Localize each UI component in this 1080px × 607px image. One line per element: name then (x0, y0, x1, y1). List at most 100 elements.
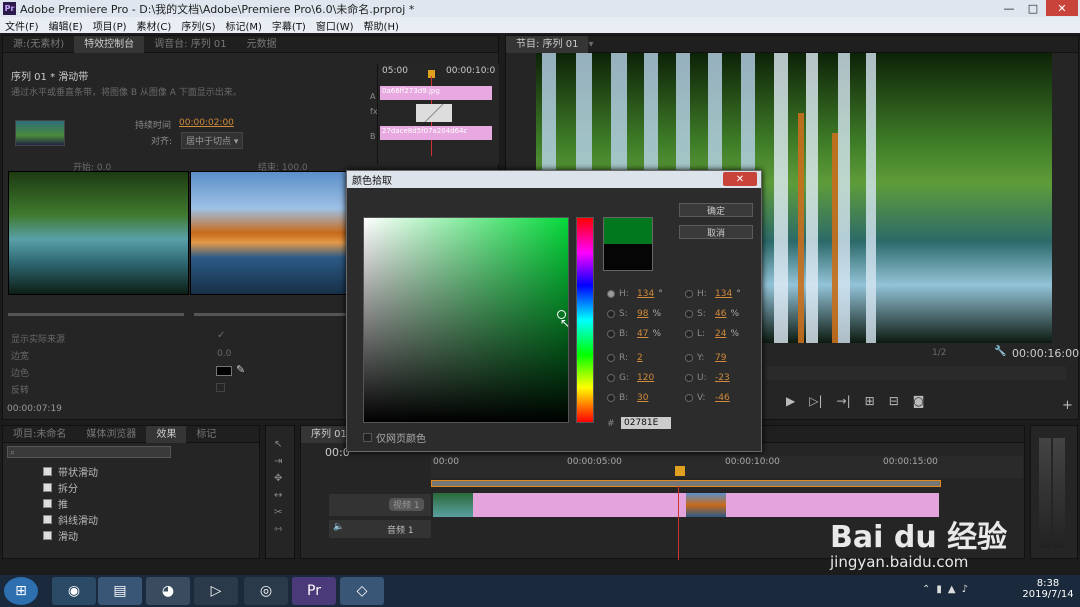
color-mode-radio[interactable] (607, 330, 615, 338)
effect-timecode[interactable]: 00:00:07:19 (7, 404, 62, 414)
menu-sequence[interactable]: 序列(S) (176, 18, 220, 33)
firefox-icon[interactable]: ◕ (146, 577, 190, 605)
rate-stretch-icon[interactable]: ↔ (274, 487, 282, 504)
start-slider[interactable] (8, 313, 184, 316)
app-icon-1[interactable]: ◉ (52, 577, 96, 605)
align-dropdown[interactable]: 居中于切点 ▾ (181, 132, 244, 149)
tab-metadata[interactable]: 元数据 (237, 36, 287, 53)
tray-up-icon[interactable]: ⌃ (922, 584, 930, 595)
saturation-brightness-field[interactable]: ↖ (363, 217, 570, 423)
menu-file[interactable]: 文件(F) (0, 18, 44, 33)
menu-window[interactable]: 窗口(W) (311, 18, 359, 33)
track-select-icon[interactable]: ⇥ (274, 453, 282, 470)
color-mode-radio[interactable] (607, 290, 615, 298)
program-timecode[interactable]: 00:00:16:00 (1012, 347, 1079, 360)
menu-help[interactable]: 帮助(H) (359, 18, 404, 33)
app-icon-3[interactable]: ◎ (244, 577, 288, 605)
clip-a[interactable]: 0a66ff273d9.jpg (380, 86, 492, 100)
color-mode-radio[interactable] (685, 394, 693, 402)
go-to-out-icon[interactable]: →| (837, 394, 851, 408)
extract-icon[interactable]: ⊟ (889, 394, 899, 408)
tab-media-browser[interactable]: 媒体浏览器 (76, 426, 146, 443)
color-mode-radio[interactable] (685, 374, 693, 382)
tab-program[interactable]: 节目: 序列 01 (506, 35, 589, 53)
color-mode-radio[interactable] (607, 374, 615, 382)
effect-item[interactable]: 推 (43, 496, 68, 511)
old-color-swatch[interactable] (604, 244, 652, 270)
effect-item[interactable]: 斜线滑动 (43, 512, 98, 527)
program-scrub-bar[interactable] (766, 366, 1066, 380)
clip-b[interactable]: 27dace8d5f07a204d64c (380, 126, 492, 140)
color-mode-radio[interactable] (685, 330, 693, 338)
work-area-bar[interactable] (431, 480, 941, 487)
minimize-button[interactable]: — (997, 0, 1021, 16)
effect-item[interactable]: 滑动 (43, 528, 78, 543)
dialog-close-button[interactable]: ✕ (723, 172, 757, 186)
chevron-down-icon[interactable]: ▾ (588, 39, 593, 50)
border-color-swatch[interactable] (216, 366, 232, 376)
razor-icon[interactable]: ✂ (274, 504, 282, 521)
duration-value[interactable]: 00:00:02:00 (179, 118, 234, 128)
selection-tool-icon[interactable]: ↖ (274, 436, 282, 453)
color-field-value[interactable]: -46 (715, 393, 730, 403)
hue-slider[interactable] (576, 217, 594, 423)
show-actual-check-icon[interactable]: ✓ (217, 330, 225, 341)
lift-icon[interactable]: ⊞ (865, 394, 875, 408)
color-field-value[interactable]: 120 (637, 373, 654, 383)
reverse-checkbox[interactable] (216, 383, 225, 392)
color-field-value[interactable]: 30 (637, 393, 648, 403)
end-slider[interactable] (194, 313, 350, 316)
effect-item[interactable]: 带状滑动 (43, 464, 98, 479)
hex-input[interactable]: 02781E (621, 417, 671, 429)
color-field-value[interactable]: 46 (715, 309, 726, 319)
color-field-value[interactable]: 2 (637, 353, 643, 363)
eyedropper-icon[interactable]: ✎ (236, 363, 245, 376)
volume-icon[interactable]: ♪ (962, 584, 968, 595)
step-forward-icon[interactable]: ▷| (809, 394, 822, 408)
web-safe-option[interactable]: 仅网页颜色 (363, 430, 426, 445)
wrench-icon[interactable]: 🔧 (994, 346, 1006, 357)
color-field-value[interactable]: 47 (637, 329, 648, 339)
color-field-value[interactable]: 79 (715, 353, 726, 363)
file-explorer-icon[interactable]: ▤ (98, 577, 142, 605)
speaker-icon[interactable]: 🔈 (333, 522, 344, 532)
menu-clip[interactable]: 素材(C) (132, 18, 177, 33)
menu-edit[interactable]: 编辑(E) (44, 18, 88, 33)
color-field-value[interactable]: 134 (715, 289, 732, 299)
video-track-label[interactable]: 视频 1 (389, 498, 424, 511)
premiere-taskbar-icon[interactable]: Pr (292, 577, 336, 605)
add-button-icon[interactable]: + (1062, 398, 1073, 413)
tab-project[interactable]: 项目:未命名 (3, 426, 76, 443)
effects-search-input[interactable]: ⌕ (7, 446, 171, 458)
play-icon[interactable]: ▶ (786, 394, 795, 408)
color-mode-radio[interactable] (607, 310, 615, 318)
tab-audio-mixer[interactable]: 调音台: 序列 01 (144, 36, 236, 53)
clip-thumbnail-a[interactable] (433, 493, 473, 517)
export-frame-icon[interactable]: ◙ (913, 394, 925, 408)
clock[interactable]: 8:38 2019/7/14 (1020, 578, 1076, 600)
timeline-ruler[interactable]: 00:00 00:00:05:00 00:00:10:00 00:00:15:0… (431, 456, 1023, 478)
tab-source[interactable]: 源:(无素材) (3, 36, 74, 53)
color-field-value[interactable]: 98 (637, 309, 648, 319)
clip-thumbnail-b[interactable] (686, 493, 726, 517)
web-safe-checkbox[interactable] (363, 433, 372, 442)
menu-project[interactable]: 项目(P) (88, 18, 132, 33)
color-field-value[interactable]: 134 (637, 289, 654, 299)
color-mode-radio[interactable] (685, 310, 693, 318)
cancel-button[interactable]: 取消 (679, 225, 753, 239)
app-icon-4[interactable]: ◇ (340, 577, 384, 605)
tab-effects[interactable]: 效果 (146, 425, 187, 443)
color-mode-radio[interactable] (607, 394, 615, 402)
close-button[interactable]: ✕ (1046, 0, 1078, 16)
color-mode-radio[interactable] (685, 290, 693, 298)
battery-icon[interactable]: ▮ (936, 584, 942, 595)
color-mode-radio[interactable] (685, 354, 693, 362)
menu-marker[interactable]: 标记(M) (220, 18, 266, 33)
color-field-value[interactable]: 24 (715, 329, 726, 339)
network-icon[interactable]: ▲ (948, 584, 956, 595)
maximize-button[interactable]: □ (1021, 0, 1045, 16)
app-icon-2[interactable]: ▷ (194, 577, 238, 605)
slip-icon[interactable]: ⇿ (274, 521, 282, 538)
start-button-icon[interactable]: ⊞ (4, 577, 38, 605)
color-field-value[interactable]: -23 (715, 373, 730, 383)
